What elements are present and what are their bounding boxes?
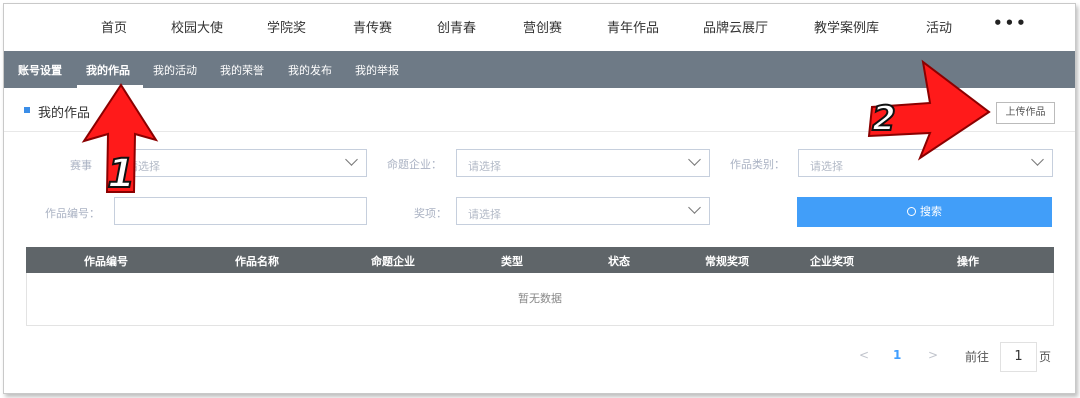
annotation-label-1: 1 bbox=[107, 151, 135, 197]
window-frame: 首页 校园大使 学院奖 青传赛 创青春 营创赛 青年作品 品牌云展厅 教学案例库… bbox=[3, 3, 1076, 394]
annotation-label-2: 2 bbox=[872, 99, 896, 139]
annotation-overlay: 1 2 bbox=[81, 59, 991, 198]
